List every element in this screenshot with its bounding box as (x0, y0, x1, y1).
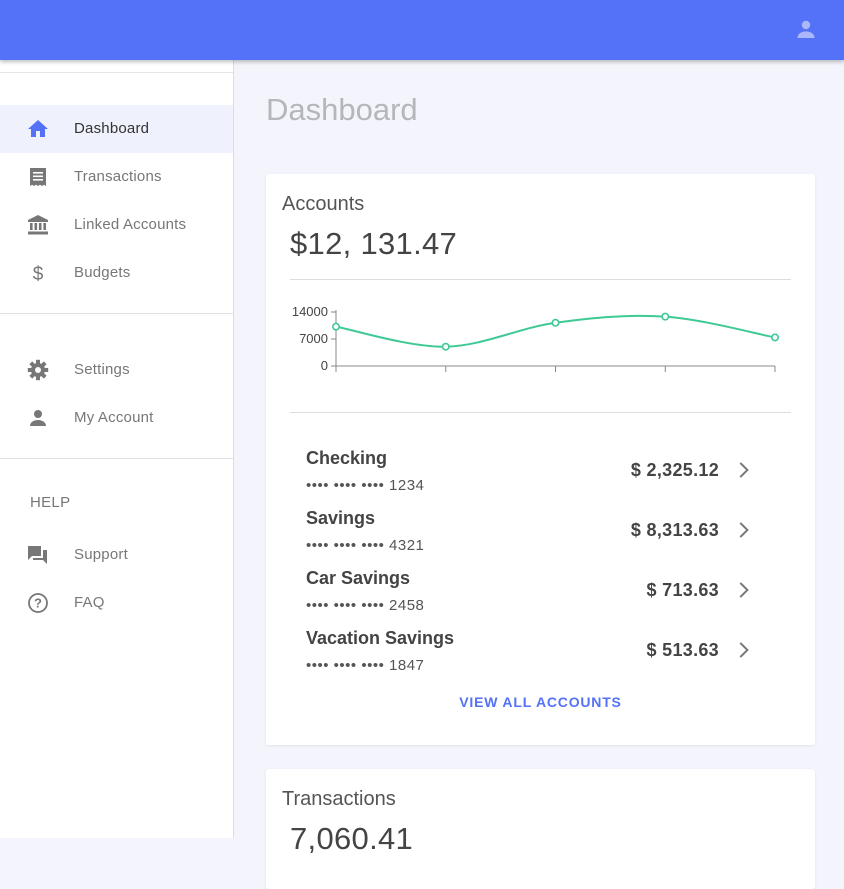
chevron-right-icon (739, 462, 749, 478)
y-tick-label: 7000 (299, 331, 328, 346)
sidebar-item-label: Budgets (74, 264, 131, 281)
account-row-savings[interactable]: Savings •••• •••• •••• 4321 $ 8,313.63 (290, 508, 791, 568)
sidebar-item-my-account[interactable]: My Account (0, 394, 233, 442)
data-point (661, 312, 670, 321)
account-name: Vacation Savings (306, 628, 455, 648)
card-title: Accounts (282, 193, 365, 215)
transactions-card: Transactions 7,060.41 (266, 769, 815, 889)
chevron-right-icon (739, 582, 749, 598)
sidebar-item-support[interactable]: Support (0, 531, 233, 579)
sidebar-item-label: Transactions (74, 168, 162, 185)
divider (290, 279, 791, 280)
top-app-bar (0, 0, 844, 60)
home-icon (28, 120, 48, 137)
svg-text:$: $ (33, 264, 44, 285)
y-tick-label: 0 (321, 358, 328, 373)
account-balance: $ 513.63 (646, 640, 719, 660)
data-point (770, 333, 779, 342)
divider (0, 72, 233, 73)
receipt-icon (30, 168, 46, 186)
account-row-checking[interactable]: Checking •••• •••• •••• 1234 $ 2,325.12 (290, 448, 791, 508)
data-point (441, 342, 450, 351)
sidebar-item-settings[interactable]: Settings (0, 346, 233, 394)
sidebar-item-faq[interactable]: ? FAQ (0, 579, 233, 627)
sidebar-item-label: My Account (74, 409, 154, 426)
sidebar-item-budgets[interactable]: $ Budgets (0, 249, 233, 297)
page-title: Dashboard (266, 92, 418, 127)
gear-icon (27, 359, 49, 381)
sidebar-item-dashboard[interactable]: Dashboard (0, 105, 233, 153)
account-row-vacation-savings[interactable]: Vacation Savings •••• •••• •••• 1847 $ 5… (290, 628, 791, 688)
balance-line-chart: 0 7000 14000 (292, 304, 779, 373)
dollar-icon: $ (33, 264, 44, 285)
data-point (332, 322, 341, 331)
sidebar: Dashboard Transactions Linked Accounts $… (0, 60, 234, 838)
account-balance: $ 2,325.12 (630, 460, 719, 480)
divider (0, 458, 233, 459)
account-number: •••• •••• •••• 2458 (306, 597, 425, 614)
divider (0, 313, 233, 314)
sidebar-item-label: Settings (74, 361, 130, 378)
help-section-header: HELP (30, 494, 71, 511)
bank-icon (28, 215, 48, 235)
accounts-total: $12, 131.47 (290, 226, 458, 261)
sidebar-item-label: FAQ (74, 594, 105, 611)
divider (290, 412, 791, 413)
account-name: Car Savings (306, 568, 411, 588)
accounts-card: Accounts $12, 131.47 0 7000 14000 Checking… (266, 174, 815, 745)
person-icon (30, 410, 46, 426)
account-row-car-savings[interactable]: Car Savings •••• •••• •••• 2458 $ 713.63 (290, 568, 791, 628)
account-balance: $ 8,313.63 (630, 520, 719, 540)
account-circle-icon[interactable] (794, 17, 818, 41)
account-name: Savings (306, 508, 376, 528)
account-number: •••• •••• •••• 4321 (306, 537, 425, 554)
data-point (551, 318, 560, 327)
view-all-accounts-button[interactable]: VIEW ALL ACCOUNTS (266, 694, 815, 710)
account-number: •••• •••• •••• 1847 (306, 657, 425, 674)
y-tick-label: 14000 (292, 304, 328, 319)
card-title: Transactions (282, 788, 396, 810)
svg-text:?: ? (34, 596, 42, 611)
chevron-right-icon (739, 642, 749, 658)
sidebar-item-linked-accounts[interactable]: Linked Accounts (0, 201, 233, 249)
sidebar-item-label: Support (74, 546, 128, 563)
forum-icon (28, 546, 47, 564)
account-number: •••• •••• •••• 1234 (306, 477, 425, 494)
sidebar-item-transactions[interactable]: Transactions (0, 153, 233, 201)
help-circle-icon: ? (28, 593, 48, 613)
chevron-right-icon (739, 522, 749, 538)
sidebar-item-label: Linked Accounts (74, 216, 187, 233)
account-name: Checking (306, 448, 388, 468)
account-balance: $ 713.63 (646, 580, 719, 600)
sidebar-item-label: Dashboard (74, 120, 150, 137)
transactions-total: 7,060.41 (290, 821, 414, 856)
